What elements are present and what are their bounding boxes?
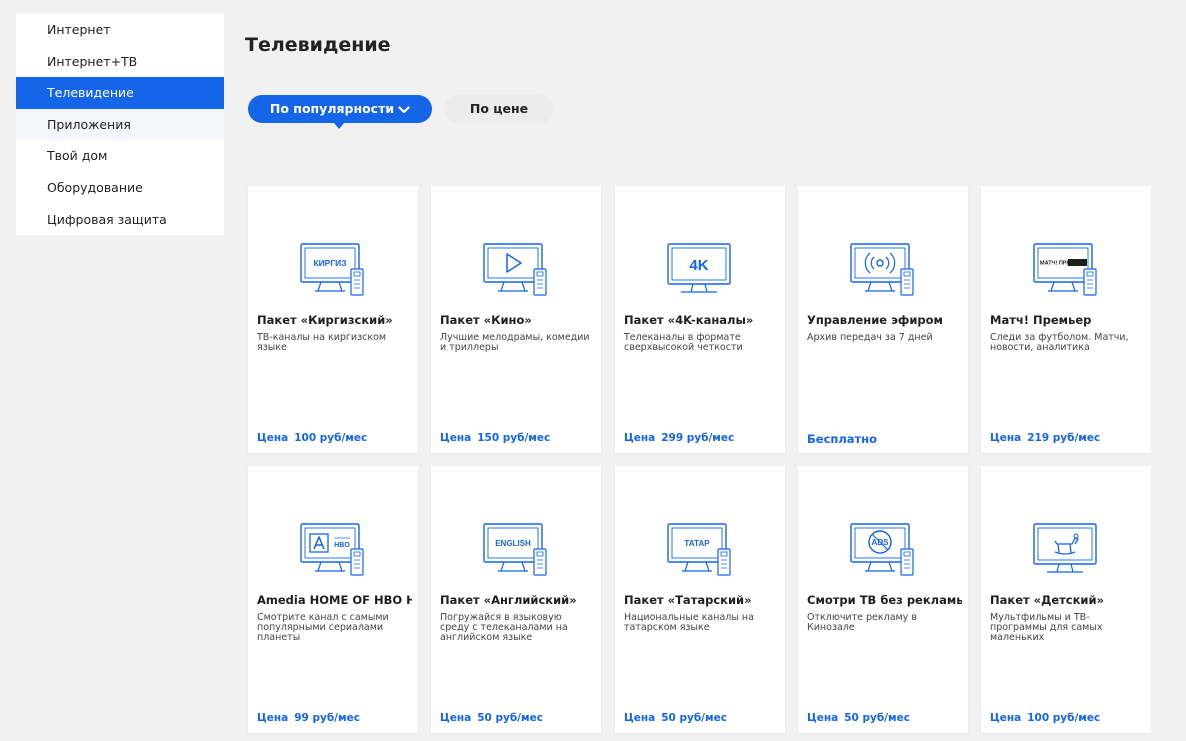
- price-label: Цена: [624, 432, 656, 444]
- card-title: Управление эфиром: [807, 313, 943, 327]
- price-label: Цена: [624, 712, 656, 724]
- tv-play-icon: [483, 243, 547, 296]
- tv-kyrgyz-icon: КИРГИЗ: [300, 243, 364, 296]
- price-value: Бесплатно: [807, 432, 878, 446]
- card-title: Смотри ТВ без рекламы: [807, 593, 962, 607]
- product-card[interactable]: Пакет «Детский» Мультфильмы и ТВ-програм…: [981, 466, 1151, 733]
- card-title: Пакет «Детский»: [990, 593, 1104, 607]
- card-description: ТВ-каналы на киргизском языке: [257, 332, 387, 353]
- card-description: Телеканалы в формате сверхвысокой четкос…: [624, 332, 743, 353]
- price-value: 100 руб/мес: [1027, 712, 1101, 724]
- card-title: Amedia HOME OF HBO HD: [257, 593, 412, 607]
- card-description: Погружайся в языковую среду с телеканала…: [440, 612, 568, 643]
- card-price: Цена 150 руб/мес: [440, 432, 550, 444]
- sidebar-item-digital-protection[interactable]: Цифровая защита: [16, 204, 224, 236]
- sidebar-item-apps[interactable]: Приложения: [16, 108, 224, 141]
- product-card[interactable]: ADS Смотри ТВ без рекламы Отключите рекл…: [798, 466, 968, 733]
- price-label: Цена: [257, 432, 289, 444]
- sidebar-item-home[interactable]: Твой дом: [16, 140, 224, 172]
- card-description: Отключите рекламу в Кинозале: [807, 612, 917, 633]
- card-price: Цена 50 руб/мес: [624, 712, 727, 724]
- screen-text: ADS: [872, 538, 890, 547]
- card-description: Лучшие мелодрамы, комедии и триллеры: [440, 332, 590, 353]
- sidebar-item-internet-tv[interactable]: Интернет+ТВ: [16, 46, 224, 78]
- price-label: Цена: [440, 712, 472, 724]
- screen-text: 4K: [689, 257, 708, 274]
- price-value: 50 руб/мес: [844, 712, 910, 724]
- product-card[interactable]: КИРГИЗ Пакет «Киргизский» ТВ-каналы на к…: [248, 186, 418, 453]
- product-card[interactable]: Пакет «Кино» Лучшие мелодрамы, комедии и…: [431, 186, 601, 453]
- screen-text: КИРГИЗ: [313, 258, 346, 268]
- price-value: 50 руб/мес: [477, 712, 543, 724]
- card-price: Цена 50 руб/мес: [440, 712, 543, 724]
- card-description: Архив передач за 7 дней: [807, 332, 933, 343]
- chevron-down-icon: [398, 96, 410, 124]
- page-title: Телевидение: [245, 34, 391, 56]
- card-price: Цена 219 руб/мес: [990, 432, 1100, 444]
- product-card[interactable]: Управление эфиром Архив передач за 7 дне…: [798, 186, 968, 453]
- card-title: Пакет «Татарский»: [624, 593, 752, 607]
- card-title: Пакет «Киргизский»: [257, 313, 393, 327]
- card-title: Пакет «4K-каналы»: [624, 313, 754, 327]
- tv-kids-icon: [1033, 523, 1097, 573]
- price-label: Цена: [807, 712, 839, 724]
- card-description: Мультфильмы и ТВ-программы для самых мал…: [990, 612, 1103, 643]
- card-description: Смотрите канал с самыми популярными сери…: [257, 612, 389, 643]
- price-value: 50 руб/мес: [661, 712, 727, 724]
- card-price: Цена 100 руб/мес: [990, 712, 1100, 724]
- sidebar-item-equipment[interactable]: Оборудование: [16, 172, 224, 204]
- screen-text: HBO: [334, 542, 350, 549]
- price-value: 150 руб/мес: [477, 432, 551, 444]
- price-label: Цена: [257, 712, 289, 724]
- sidebar-menu: Интернет Интернет+ТВ Телевидение Приложе…: [16, 14, 224, 236]
- price-value: 219 руб/мес: [1027, 432, 1101, 444]
- sidebar-item-internet[interactable]: Интернет: [16, 14, 224, 46]
- tv-english-icon: ENGLISH: [483, 523, 547, 576]
- card-price: Цена 99 руб/мес: [257, 712, 360, 724]
- screen-text: ENGLISH: [495, 539, 531, 548]
- product-card[interactable]: МАТЧ! ПРЕМЬЕР Матч! Премьер Следи за фут…: [981, 186, 1151, 453]
- tv-no-ads-icon: ADS: [850, 523, 914, 576]
- sidebar-item-television[interactable]: Телевидение: [16, 77, 224, 109]
- screen-text: ТАТАР: [684, 539, 710, 548]
- product-card[interactable]: 4K Пакет «4K-каналы» Телеканалы в формат…: [615, 186, 785, 453]
- card-description: Национальные каналы на татарском языке: [624, 612, 754, 633]
- price-value: 100 руб/мес: [294, 432, 368, 444]
- sort-active-pointer: [334, 123, 344, 129]
- card-title: Пакет «Английский»: [440, 593, 577, 607]
- tv-4k-icon: 4K: [667, 243, 731, 293]
- sort-by-popularity-button[interactable]: По популярности: [248, 95, 432, 123]
- card-title: Матч! Премьер: [990, 313, 1092, 327]
- product-card[interactable]: HBO Amedia HOME OF HBO HD Смотрите канал…: [248, 466, 418, 733]
- card-price: Бесплатно: [807, 432, 877, 446]
- sort-by-popularity-label: По популярности: [269, 101, 395, 116]
- price-value: 99 руб/мес: [294, 712, 360, 724]
- tv-amedia-icon: HBO: [300, 523, 364, 576]
- card-title: Пакет «Кино»: [440, 313, 532, 327]
- product-card[interactable]: ENGLISH Пакет «Английский» Погружайся в …: [431, 466, 601, 733]
- sort-by-price-button[interactable]: По цене: [444, 95, 554, 123]
- tv-tatar-icon: ТАТАР: [667, 523, 731, 576]
- price-label: Цена: [440, 432, 472, 444]
- card-price: Цена 299 руб/мес: [624, 432, 734, 444]
- price-label: Цена: [990, 432, 1022, 444]
- card-price: Цена 100 руб/мес: [257, 432, 367, 444]
- price-value: 299 руб/мес: [661, 432, 735, 444]
- card-price: Цена 50 руб/мес: [807, 712, 910, 724]
- card-description: Следи за футболом. Матчи, новости, анали…: [990, 332, 1129, 353]
- product-card[interactable]: ТАТАР Пакет «Татарский» Национальные кан…: [615, 466, 785, 733]
- tv-match-icon: МАТЧ! ПРЕМЬЕР: [1033, 243, 1097, 296]
- screen-text: МАТЧ! ПРЕМЬЕР: [1040, 261, 1086, 267]
- price-label: Цена: [990, 712, 1022, 724]
- tv-broadcast-icon: [850, 243, 914, 296]
